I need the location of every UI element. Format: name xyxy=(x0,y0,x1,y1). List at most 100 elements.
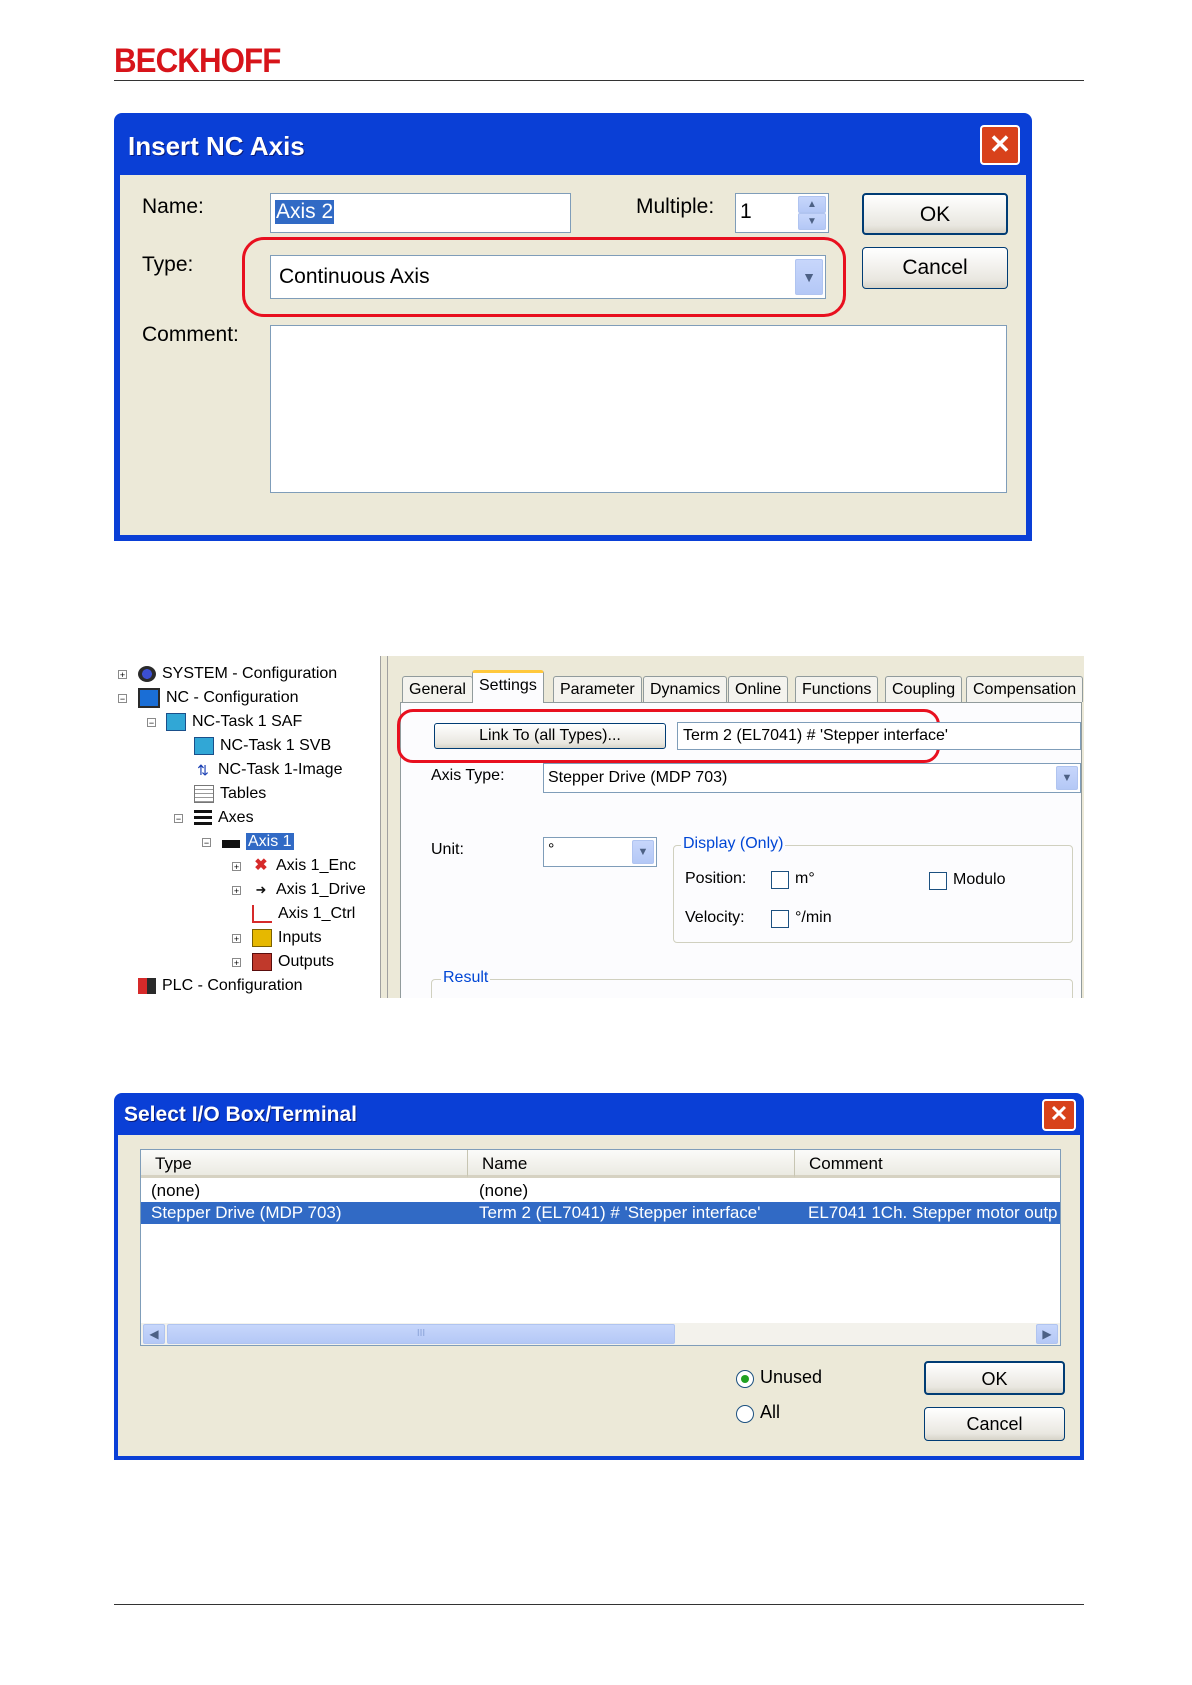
tab-parameter[interactable]: Parameter xyxy=(553,676,642,702)
axis-type-select[interactable]: Stepper Drive (MDP 703) ▼ xyxy=(543,763,1081,793)
link-value-field: Term 2 (EL7041) # 'Stepper interface' xyxy=(677,722,1081,750)
table-row[interactable]: (none) (none) xyxy=(141,1180,1060,1202)
tab-dynamics[interactable]: Dynamics xyxy=(643,676,728,702)
task-icon xyxy=(166,712,186,731)
nc-icon xyxy=(138,687,160,708)
comment-textarea[interactable] xyxy=(270,325,1007,493)
radio-all-label[interactable]: All xyxy=(760,1402,780,1423)
tree-item-tables[interactable]: Tables xyxy=(194,783,266,805)
beckhoff-logo: BECKHOFF xyxy=(114,42,281,80)
result-group xyxy=(431,979,1073,998)
tab-coupling[interactable]: Coupling xyxy=(885,676,963,702)
multiple-value: 1 xyxy=(740,200,752,223)
position-checkbox[interactable] xyxy=(771,871,789,889)
tab-compensation[interactable]: Compensation xyxy=(966,676,1084,702)
tab-general[interactable]: General xyxy=(402,676,473,702)
terminal-list: Type Name Comment (none) (none) Stepper … xyxy=(140,1149,1061,1346)
tree-expander[interactable]: + xyxy=(232,886,241,896)
tree-expander[interactable]: − xyxy=(174,814,183,824)
tree-expander[interactable]: + xyxy=(118,670,127,680)
radio-unused[interactable] xyxy=(736,1370,754,1388)
axis-configuration-panel: + SYSTEM - Configuration − NC - Configur… xyxy=(114,656,1084,998)
unit-label: Unit: xyxy=(431,841,464,858)
modulo-label: Modulo xyxy=(953,871,1006,888)
tree-expander[interactable]: − xyxy=(118,694,127,704)
stepper-up-icon[interactable]: ▲ xyxy=(798,196,826,213)
unit-select[interactable]: ° ▼ xyxy=(543,837,657,867)
radio-unused-label[interactable]: Unused xyxy=(760,1367,822,1388)
type-label: Type: xyxy=(142,253,194,276)
column-header-name[interactable]: Name xyxy=(468,1150,795,1178)
cancel-button[interactable]: Cancel xyxy=(924,1407,1065,1441)
tab-online[interactable]: Online xyxy=(728,676,789,702)
tree-item-axis-drive[interactable]: ➜ Axis 1_Drive xyxy=(252,879,366,901)
horizontal-scrollbar[interactable]: ◀ III ▶ xyxy=(141,1323,1060,1345)
tree-item-axis-ctrl[interactable]: Axis 1_Ctrl xyxy=(252,903,355,925)
close-icon[interactable]: ✕ xyxy=(980,125,1020,165)
tree-item-system[interactable]: SYSTEM - Configuration xyxy=(138,663,337,685)
result-group-label: Result xyxy=(441,969,491,987)
controller-icon xyxy=(252,904,272,923)
link-to-button[interactable]: Link To (all Types)... xyxy=(434,723,666,749)
tree-expander[interactable]: − xyxy=(202,838,211,848)
ok-button[interactable]: OK xyxy=(924,1361,1065,1395)
tree-item-outputs[interactable]: Outputs xyxy=(252,951,334,973)
system-icon xyxy=(138,665,156,682)
dialog-client: Type Name Comment (none) (none) Stepper … xyxy=(118,1135,1080,1456)
pane-splitter[interactable] xyxy=(380,656,388,998)
image-icon: ⇅ xyxy=(197,761,209,778)
chevron-down-icon[interactable]: ▼ xyxy=(1056,766,1078,790)
tree-expander[interactable]: + xyxy=(232,934,241,944)
tree-expander[interactable]: − xyxy=(147,718,156,728)
dialog-title: Select I/O Box/Terminal xyxy=(124,1103,358,1126)
axis-type-label: Axis Type: xyxy=(431,767,505,784)
axes-icon xyxy=(194,809,212,826)
comment-label: Comment: xyxy=(142,323,239,346)
cancel-button[interactable]: Cancel xyxy=(862,247,1008,289)
scroll-thumb[interactable]: III xyxy=(167,1324,675,1344)
tab-settings[interactable]: Settings xyxy=(472,670,544,703)
type-select[interactable]: Continuous Axis ▼ xyxy=(270,255,826,299)
name-input-value: Axis 2 xyxy=(275,200,335,224)
tree-item-nc-configuration[interactable]: NC - Configuration xyxy=(138,687,299,709)
modulo-checkbox[interactable] xyxy=(929,872,947,890)
tree-item-nc-task-svb[interactable]: NC-Task 1 SVB xyxy=(194,735,331,757)
name-input[interactable]: Axis 2 xyxy=(270,193,571,233)
position-label: Position: xyxy=(685,870,747,887)
header-rule xyxy=(114,80,1084,81)
radio-dot-icon xyxy=(741,1375,749,1383)
axis-settings-pane: General Parameter Dynamics Online Functi… xyxy=(388,656,1084,998)
multiple-stepper[interactable]: 1 ▲ ▼ xyxy=(735,193,829,233)
tree-expander[interactable]: + xyxy=(232,958,241,968)
scroll-left-icon[interactable]: ◀ xyxy=(143,1324,165,1344)
tree-item-axis-enc[interactable]: ✖ Axis 1_Enc xyxy=(252,855,356,877)
system-tree: + SYSTEM - Configuration − NC - Configur… xyxy=(114,656,379,998)
tree-item-nc-task-image[interactable]: ⇅ NC-Task 1-Image xyxy=(194,759,342,781)
tab-functions[interactable]: Functions xyxy=(795,676,879,702)
radio-all[interactable] xyxy=(736,1405,754,1423)
type-select-value: Continuous Axis xyxy=(279,265,430,288)
tree-item-plc-configuration[interactable]: PLC - Configuration xyxy=(138,975,303,997)
name-label: Name: xyxy=(142,195,204,218)
tree-item-nc-task-saf[interactable]: NC-Task 1 SAF xyxy=(166,711,302,733)
tree-item-inputs[interactable]: Inputs xyxy=(252,927,322,949)
scroll-right-icon[interactable]: ▶ xyxy=(1036,1324,1058,1344)
encoder-icon: ✖ xyxy=(254,856,268,874)
tree-expander[interactable]: + xyxy=(232,862,241,872)
ok-button[interactable]: OK xyxy=(862,193,1008,235)
column-header-comment[interactable]: Comment xyxy=(795,1150,1060,1178)
chevron-down-icon[interactable]: ▼ xyxy=(632,840,654,864)
close-icon[interactable]: ✕ xyxy=(1042,1099,1076,1131)
outputs-icon xyxy=(252,952,272,971)
tree-item-axis-1[interactable]: Axis 1 xyxy=(222,831,294,853)
column-header-type[interactable]: Type xyxy=(141,1150,468,1178)
velocity-checkbox[interactable] xyxy=(771,910,789,928)
tree-item-axes[interactable]: Axes xyxy=(194,807,254,829)
chevron-down-icon[interactable]: ▼ xyxy=(795,259,823,295)
stepper-down-icon[interactable]: ▼ xyxy=(798,213,826,230)
select-io-dialog: Select I/O Box/Terminal ✕ Type Name Comm… xyxy=(114,1093,1084,1460)
velocity-unit: °/min xyxy=(795,909,832,926)
inputs-icon xyxy=(252,928,272,947)
table-row[interactable]: Stepper Drive (MDP 703) Term 2 (EL7041) … xyxy=(141,1202,1060,1224)
dialog-client: Name: Axis 2 Multiple: 1 ▲ ▼ OK Cancel T… xyxy=(120,175,1026,535)
